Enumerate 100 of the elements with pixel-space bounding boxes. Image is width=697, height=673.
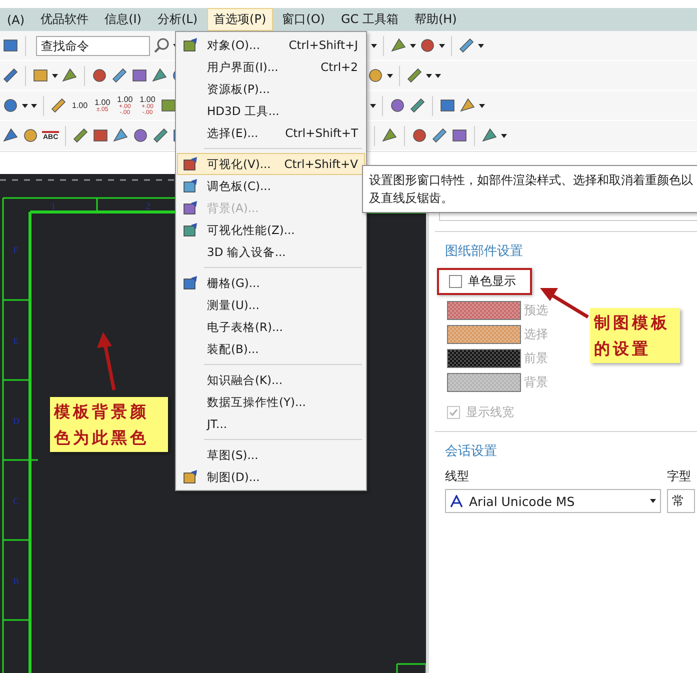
- color-label: 选择: [524, 326, 548, 343]
- menu-bar-item[interactable]: 帮助(H): [407, 8, 464, 31]
- tool-icon[interactable]: [111, 67, 128, 84]
- menu-item[interactable]: HD3D 工具...: [177, 100, 365, 122]
- tool-icon[interactable]: [451, 127, 468, 144]
- tool-icon[interactable]: [367, 67, 384, 84]
- field-label: 字型: [667, 468, 692, 485]
- caret-icon[interactable]: [478, 44, 484, 48]
- tool-icon[interactable]: [406, 67, 423, 84]
- tool-icon[interactable]: [151, 67, 168, 84]
- menu-item[interactable]: 用户界面(I)... Ctrl+2: [177, 56, 365, 78]
- field-label: 线型: [445, 468, 470, 485]
- menu-bar-item[interactable]: 信息(I): [98, 8, 148, 31]
- tool-icon[interactable]: [439, 97, 456, 114]
- checkbox[interactable]: [449, 275, 462, 288]
- tool-icon[interactable]: [61, 67, 78, 84]
- font-style-dropdown[interactable]: 常: [667, 489, 695, 513]
- tool-icon[interactable]: [152, 127, 170, 144]
- menu-item-icon: [182, 200, 199, 216]
- tool-icon[interactable]: [50, 97, 67, 114]
- menu-item[interactable]: 草图(S)...: [177, 444, 365, 466]
- search-field[interactable]: 查找命令: [36, 36, 150, 56]
- tooltip: 设置图形窗口特性，如部件渲染样式、选择和取消着重颜色以及直线反锯齿。: [362, 165, 697, 213]
- menu-item[interactable]: 可视化性能(Z)...: [177, 219, 365, 241]
- search-icon[interactable]: [153, 37, 170, 54]
- menu-item[interactable]: 知识融合(K)...: [177, 369, 365, 391]
- tool-icon[interactable]: [91, 67, 108, 84]
- tool-icon[interactable]: [481, 127, 498, 144]
- tool-icon[interactable]: [2, 127, 19, 144]
- caret-icon[interactable]: [479, 104, 486, 108]
- check-icon: [449, 408, 458, 417]
- color-label: 预选: [524, 302, 548, 319]
- zone-label: 1: [51, 201, 56, 211]
- tool-icon[interactable]: [2, 67, 19, 84]
- checkbox-label: 显示线宽: [466, 404, 514, 421]
- menu-item-icon: [182, 468, 199, 486]
- menu-item-icon: [182, 178, 199, 194]
- color-label: 前景: [524, 350, 548, 367]
- tool-icon[interactable]: [131, 67, 148, 84]
- tool-icon[interactable]: [419, 37, 436, 54]
- menu-bar-item[interactable]: 分析(L): [150, 8, 205, 31]
- menu-bar-item[interactable]: 窗口(O): [275, 8, 332, 31]
- zone-label: C: [13, 496, 20, 506]
- caret-icon[interactable]: [410, 44, 416, 48]
- tool-icon[interactable]: [32, 67, 49, 84]
- tool-icon[interactable]: [72, 127, 90, 144]
- menu-bar-item[interactable]: GC 工具箱: [334, 8, 406, 31]
- tool-icon[interactable]: [409, 97, 426, 114]
- tool-icon[interactable]: [381, 127, 398, 144]
- section-title: 会话设置: [445, 443, 498, 460]
- tool-icon[interactable]: [459, 97, 476, 114]
- menu-item[interactable]: 可视化(V)... Ctrl+Shift+V: [177, 153, 365, 175]
- font-dropdown[interactable]: Arial Unicode MS: [445, 489, 661, 513]
- caret-icon[interactable]: [52, 74, 58, 78]
- caret-icon[interactable]: [501, 134, 508, 138]
- tool-icon[interactable]: [132, 127, 150, 144]
- tool-icon[interactable]: [411, 127, 428, 144]
- menu-item[interactable]: 测量(U)...: [177, 294, 365, 316]
- menu-item[interactable]: 栅格(G)...: [177, 272, 365, 294]
- color-label: 背景: [524, 374, 548, 391]
- menu-item[interactable]: JT...: [177, 413, 365, 435]
- annotation-note: 制图模板的设置: [590, 308, 680, 364]
- menu-item[interactable]: 装配(B)...: [177, 338, 365, 360]
- zone-label: F: [13, 245, 18, 255]
- menu-bar-item[interactable]: (A): [0, 8, 32, 31]
- menu-item[interactable]: 制图(D)...: [177, 466, 365, 488]
- menu-item[interactable]: 数据互操作性(Y)...: [177, 391, 365, 413]
- section-title: 图纸部件设置: [445, 243, 524, 260]
- tool-icon[interactable]: [431, 127, 448, 144]
- menu-bar-item[interactable]: 首选项(P): [206, 8, 274, 31]
- menu-item[interactable]: 3D 输入设备...: [177, 241, 365, 263]
- checkbox-label: 单色显示: [468, 273, 516, 290]
- menu-item-icon: [182, 36, 199, 54]
- dimension-button[interactable]: 1.00: [70, 102, 90, 110]
- tool-icon[interactable]: [160, 97, 178, 114]
- annotation-note: 模板背景颜色为此黑色: [50, 397, 168, 452]
- menu-item[interactable]: 资源板(P)...: [177, 78, 365, 100]
- tool-icon[interactable]: [389, 97, 406, 114]
- menu-item-icon: [182, 222, 199, 238]
- tool-icon[interactable]: [2, 37, 19, 54]
- zone-label: E: [13, 336, 18, 346]
- zone-label: 2: [146, 201, 150, 211]
- tool-icon[interactable]: [22, 127, 39, 144]
- tool-icon[interactable]: [458, 37, 475, 54]
- menu-item[interactable]: 对象(O)... Ctrl+Shift+J: [177, 34, 365, 56]
- menu-bar-item[interactable]: 优品软件: [34, 8, 96, 31]
- caret-icon[interactable]: [387, 74, 393, 78]
- zone-label: B: [13, 576, 20, 586]
- tool-icon[interactable]: [2, 97, 19, 114]
- font-icon: [450, 494, 463, 508]
- tool-icon[interactable]: [390, 37, 407, 54]
- menu-item[interactable]: 调色板(C)...: [177, 175, 365, 197]
- caret-icon[interactable]: [439, 44, 445, 48]
- zone-label: D: [13, 416, 20, 426]
- tool-icon[interactable]: [92, 127, 110, 144]
- tool-icon[interactable]: [112, 127, 130, 144]
- menu-item[interactable]: 电子表格(R)...: [177, 316, 365, 338]
- menu-item[interactable]: 选择(E)... Ctrl+Shift+T: [177, 122, 365, 144]
- menu-item-icon: [182, 274, 199, 292]
- caret-icon[interactable]: [371, 44, 377, 48]
